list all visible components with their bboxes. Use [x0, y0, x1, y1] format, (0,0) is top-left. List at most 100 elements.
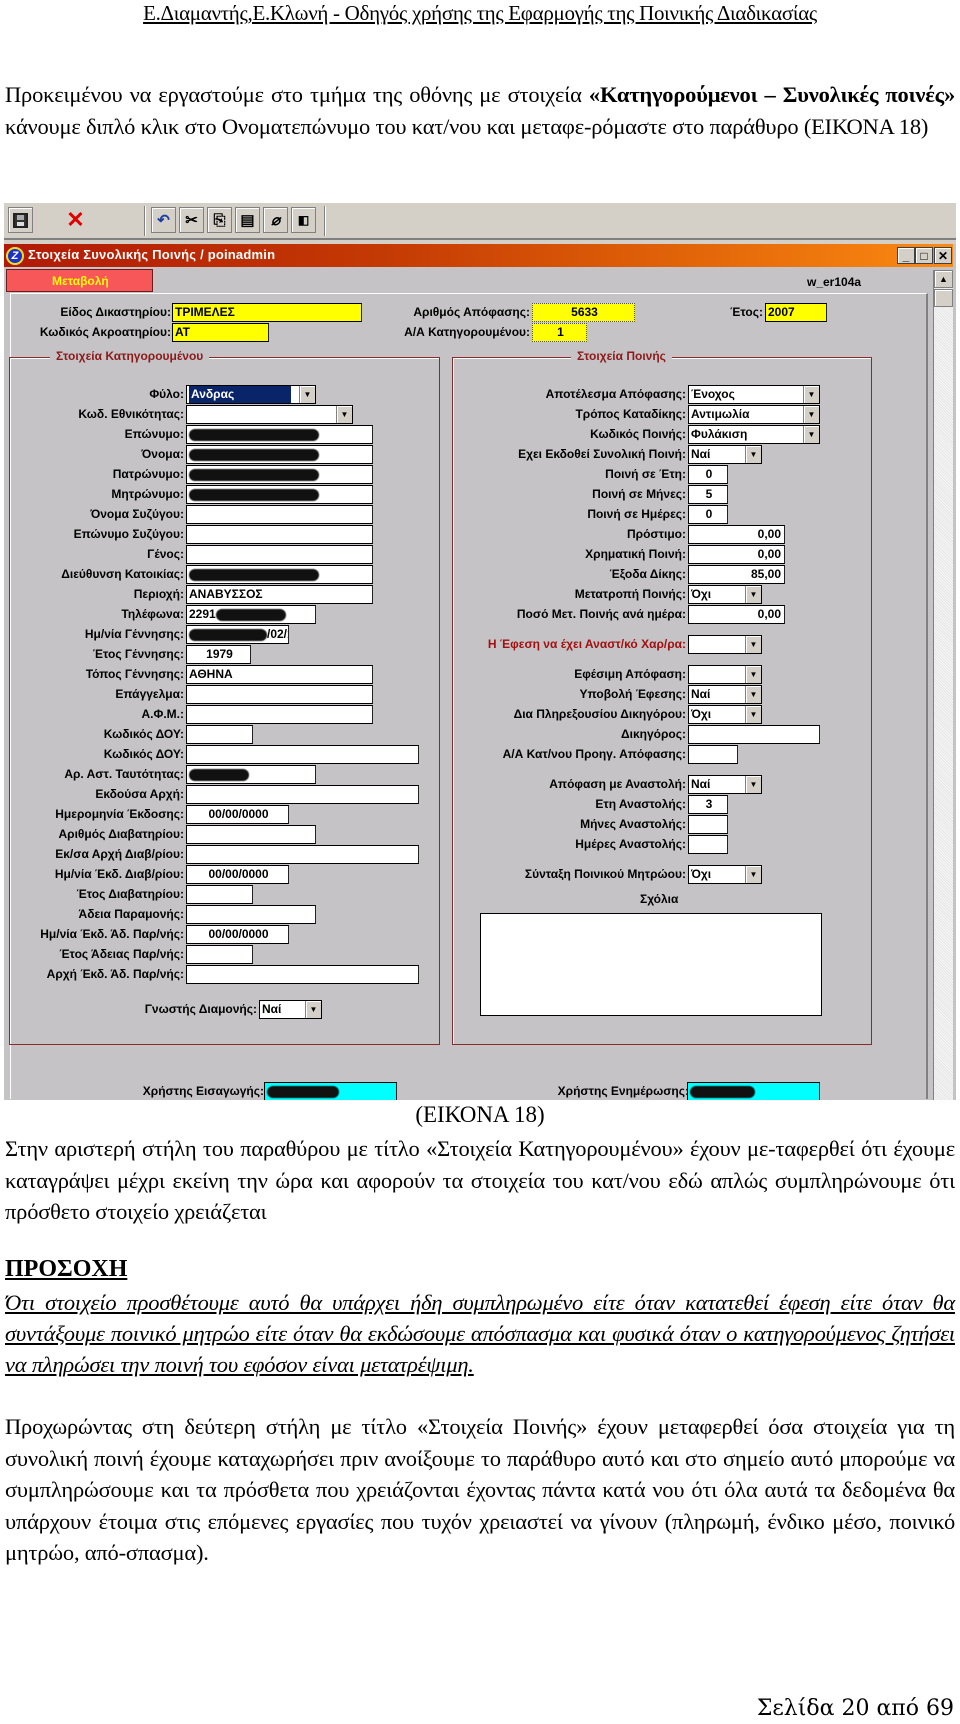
chevron-down-icon[interactable]: ▼ [336, 406, 352, 423]
defendant-29-field[interactable] [186, 945, 253, 964]
defendant-group-title: Στοιχεία Κατηγορουμένου [50, 349, 210, 363]
sentence-8-label: Πρόστιμο: [627, 527, 686, 541]
defendant-23-field[interactable] [186, 825, 316, 844]
cut-button[interactable]: ✂ [179, 207, 204, 233]
maximize-button[interactable]: □ [915, 247, 933, 264]
chevron-down-icon[interactable]: ▼ [745, 446, 761, 463]
window-titlebar[interactable]: Z Στοιχεία Συνολικής Ποινής / poinadmin … [4, 244, 953, 267]
sentence-6-field[interactable]: 5 [688, 485, 728, 504]
defendant-3-field[interactable] [186, 425, 373, 444]
chevron-down-icon[interactable]: ▼ [745, 586, 761, 603]
chevron-down-icon[interactable]: ▼ [305, 1001, 321, 1018]
sentence-22-field[interactable] [688, 835, 728, 854]
defendant-7-field[interactable] [186, 505, 373, 524]
sentence-17-field[interactable] [688, 725, 820, 744]
update-user-field[interactable] [687, 1082, 820, 1100]
defendant-22-field[interactable]: 00/00/0000 [186, 805, 289, 824]
court-type-label: Είδος Δικαστηρίου: [60, 305, 171, 319]
copy-button[interactable]: ⎘ [207, 207, 232, 233]
scroll-up-button[interactable]: ▲ [934, 270, 953, 288]
sentence-3-dropdown[interactable]: Φυλάκιση ▼ [688, 425, 820, 444]
year-field[interactable]: 2007 [765, 303, 827, 322]
chevron-down-icon[interactable]: ▼ [745, 636, 761, 653]
sentence-4-dropdown[interactable]: Ναί ▼ [688, 445, 762, 464]
sentence-7-field[interactable]: 0 [688, 505, 728, 524]
chevron-down-icon[interactable]: ▼ [745, 666, 761, 683]
sentence-1-dropdown[interactable]: Ένοχος ▼ [688, 385, 820, 404]
defendant-25-field[interactable]: 00/00/0000 [186, 865, 289, 884]
defendant-2-dropdown[interactable]: ▼ [186, 405, 353, 424]
vertical-scrollbar[interactable]: ▲ [933, 270, 953, 1100]
defendant-seq-field[interactable]: 1 [532, 323, 587, 342]
court-code-field[interactable]: ΑΤ [172, 323, 269, 342]
sentence-10-field[interactable]: 85,00 [688, 565, 785, 584]
save-button[interactable] [8, 207, 33, 233]
defendant-16-field[interactable] [186, 685, 373, 704]
sentence-2-dropdown[interactable]: Αντιμωλία ▼ [688, 405, 820, 424]
defendant-19-field[interactable] [186, 745, 419, 764]
defendant-4-field[interactable] [186, 445, 373, 464]
sentence-9-field[interactable]: 0,00 [688, 545, 785, 564]
chevron-down-icon[interactable]: ▼ [745, 706, 761, 723]
sentence-1-value: Ένοχος [691, 387, 735, 401]
known-residence-dropdown[interactable]: Ναί ▼ [259, 1000, 322, 1019]
defendant-24-field[interactable] [186, 845, 419, 864]
defendant-6-field[interactable] [186, 485, 373, 504]
chevron-down-icon[interactable]: ▼ [803, 406, 819, 423]
close-icon: ✕ [937, 248, 949, 263]
defendant-10-field[interactable] [186, 565, 373, 584]
defendant-16-label: Επάγγελμα: [115, 687, 184, 701]
sentence-23-dropdown[interactable]: Όχι ▼ [688, 865, 762, 884]
sentence-14-dropdown[interactable]: ▼ [688, 665, 762, 684]
entry-user-field[interactable] [264, 1082, 397, 1100]
chevron-down-icon[interactable]: ▼ [299, 386, 315, 403]
paste-button[interactable]: ▤ [235, 207, 260, 233]
sentence-21-field[interactable] [688, 815, 728, 834]
defendant-20-field[interactable] [186, 765, 316, 784]
defendant-11-field[interactable]: ΑΝΑΒΥΣΣΟΣ [186, 585, 373, 604]
chevron-down-icon[interactable]: ▼ [745, 776, 761, 793]
redacted-value [189, 448, 319, 461]
defendant-13-field[interactable]: /02/1979 [186, 625, 289, 644]
chevron-down-icon[interactable]: ▼ [803, 426, 819, 443]
defendant-15-field[interactable]: ΑΘΗΝΑ [186, 665, 373, 684]
sentence-11-dropdown[interactable]: Όχι ▼ [688, 585, 762, 604]
defendant-1-dropdown[interactable]: Ανδρας ▼ [186, 385, 316, 404]
defendant-28-field[interactable]: 00/00/0000 [186, 925, 289, 944]
columns-button[interactable]: ◧ [291, 207, 316, 233]
defendant-27-field[interactable] [186, 905, 316, 924]
erase-button[interactable]: ⌀ [263, 207, 288, 233]
defendant-8-field[interactable] [186, 525, 373, 544]
defendant-5-field[interactable] [186, 465, 373, 484]
defendant-30-field[interactable] [186, 965, 419, 984]
chevron-down-icon[interactable]: ▼ [803, 386, 819, 403]
defendant-17-field[interactable] [186, 705, 373, 724]
comments-textarea[interactable] [480, 913, 822, 1016]
sentence-16-dropdown[interactable]: Όχι ▼ [688, 705, 762, 724]
sentence-12-field[interactable]: 0,00 [688, 605, 785, 624]
cancel-button[interactable]: ✕ [63, 207, 88, 233]
chevron-down-icon[interactable]: ▼ [745, 686, 761, 703]
undo-button[interactable]: ↶ [151, 207, 176, 233]
decision-number-field[interactable]: 5633 [532, 303, 635, 322]
defendant-9-field[interactable] [186, 545, 373, 564]
court-type-field[interactable]: ΤΡΙΜΕΛΕΣ [172, 303, 362, 322]
close-button[interactable]: ✕ [934, 247, 952, 264]
sentence-5-field[interactable]: 0 [688, 465, 728, 484]
defendant-18-field[interactable] [186, 725, 253, 744]
defendant-21-field[interactable] [186, 785, 419, 804]
scroll-thumb[interactable] [934, 289, 953, 307]
minimize-button[interactable]: _ [897, 247, 915, 264]
defendant-26-field[interactable] [186, 885, 253, 904]
sentence-15-dropdown[interactable]: Ναί ▼ [688, 685, 762, 704]
chevron-down-icon[interactable]: ▼ [745, 866, 761, 883]
sentence-8-field[interactable]: 0,00 [688, 525, 785, 544]
defendant-12-field[interactable]: 2291 [186, 605, 316, 624]
defendant-14-field[interactable]: 1979 [186, 645, 251, 664]
sentence-18-field[interactable] [688, 745, 738, 764]
defendant-13-label: Ημ/νία Γέννησης: [84, 627, 184, 641]
year-label: Έτος: [730, 305, 763, 319]
sentence-13-dropdown[interactable]: ▼ [688, 635, 762, 654]
sentence-20-field[interactable]: 3 [688, 795, 728, 814]
sentence-19-dropdown[interactable]: Ναί ▼ [688, 775, 762, 794]
